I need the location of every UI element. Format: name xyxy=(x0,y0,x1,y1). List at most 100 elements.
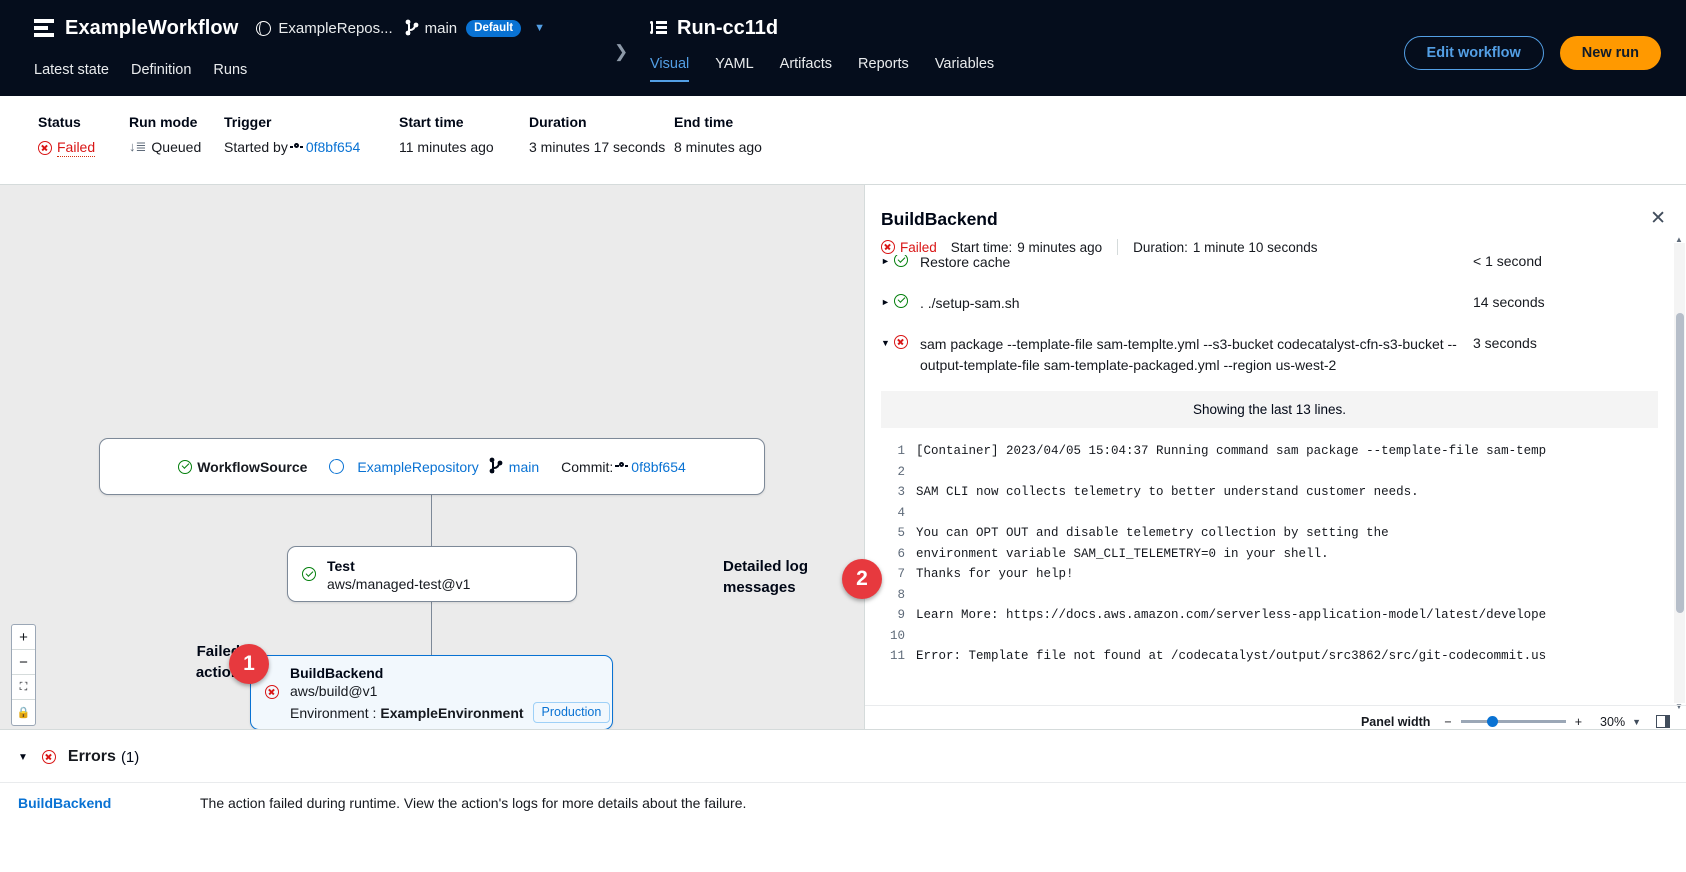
error-icon xyxy=(894,335,908,349)
panel-duration-value: 1 minute 10 seconds xyxy=(1193,240,1318,255)
toggle-panel-icon[interactable] xyxy=(1656,715,1670,728)
tab-artifacts[interactable]: Artifacts xyxy=(780,56,832,80)
errors-count: (1) xyxy=(121,749,139,766)
header-actions: Edit workflow New run xyxy=(1404,36,1661,70)
workflow-source-node[interactable]: WorkflowSource ExampleRepository main Co… xyxy=(99,438,765,495)
summary-end-time-value: 8 minutes ago xyxy=(674,139,762,155)
log-output[interactable]: 1[Container] 2023/04/05 15:04:37 Running… xyxy=(881,441,1658,667)
source-branch-link[interactable]: main xyxy=(509,459,539,475)
tab-reports[interactable]: Reports xyxy=(858,56,909,80)
summary-end-time: End time 8 minutes ago xyxy=(674,114,762,184)
error-icon xyxy=(265,685,279,699)
environment-badge: Production xyxy=(533,702,611,723)
run-tabs: Visual YAML Artifacts Reports Variables xyxy=(650,56,1020,82)
repository-selector[interactable]: ExampleRepos... main Default ▼ xyxy=(256,20,545,37)
zoom-out-button[interactable]: − xyxy=(12,650,35,675)
fit-to-screen-icon[interactable]: ⛶ xyxy=(12,675,35,700)
tab-latest-state[interactable]: Latest state xyxy=(34,62,109,86)
scrollbar-thumb[interactable] xyxy=(1676,313,1684,613)
log-line: 7Thanks for your help! xyxy=(881,564,1658,585)
summary-duration-value: 3 minutes 17 seconds xyxy=(529,139,674,155)
error-icon xyxy=(38,141,52,155)
callout-marker-1: 1 xyxy=(229,644,269,684)
workflow-title: ExampleWorkflow xyxy=(65,17,238,40)
panel-width-decrease[interactable]: − xyxy=(1444,715,1451,729)
chevron-down-icon[interactable]: ▼ xyxy=(1632,717,1641,727)
action-detail-panel: BuildBackend Failed Start time: 9 minute… xyxy=(864,185,1686,737)
action-node-test[interactable]: Test aws/managed-test@v1 xyxy=(287,546,577,602)
action-node-buildbackend[interactable]: BuildBackend aws/build@v1 Environment : … xyxy=(250,655,613,730)
errors-header[interactable]: ▼ Errors (1) xyxy=(0,730,1686,766)
panel-width-label: Panel width xyxy=(1361,715,1430,729)
summary-duration: Duration 3 minutes 17 seconds xyxy=(529,114,674,184)
tab-visual[interactable]: Visual xyxy=(650,56,689,82)
tab-runs[interactable]: Runs xyxy=(213,62,247,86)
source-repository-link[interactable]: ExampleRepository xyxy=(357,459,478,475)
repository-icon xyxy=(256,21,271,36)
step-name: sam package --template-file sam-templte.… xyxy=(913,334,1473,375)
divider xyxy=(1117,239,1118,255)
error-icon xyxy=(42,750,56,764)
callout-label-1: Failed action xyxy=(160,641,240,683)
step-name: . ./setup-sam.sh xyxy=(913,293,1473,314)
edit-workflow-button[interactable]: Edit workflow xyxy=(1404,36,1544,70)
log-line: 1[Container] 2023/04/05 15:04:37 Running… xyxy=(881,441,1658,462)
chevron-right-icon[interactable]: ► xyxy=(881,255,894,266)
run-summary-strip: Status Failed Run mode ↓≣ Queued Trigger… xyxy=(0,96,1686,184)
run-title: Run-cc11d xyxy=(677,17,778,40)
success-icon xyxy=(178,460,192,474)
chevron-down-icon[interactable]: ▼ xyxy=(18,752,28,763)
scroll-up-icon[interactable]: ▲ xyxy=(1675,235,1683,244)
step-name: Restore cache xyxy=(913,255,1473,273)
log-step-row[interactable]: ► . ./setup-sam.sh 14 seconds xyxy=(865,273,1674,314)
error-message: The action failed during runtime. View t… xyxy=(200,795,746,811)
panel-width-slider[interactable] xyxy=(1461,720,1566,723)
status-badge: Failed xyxy=(38,139,129,157)
trigger-commit-link[interactable]: 0f8bf654 xyxy=(306,139,361,155)
chevron-right-icon[interactable]: ► xyxy=(881,293,894,307)
close-icon[interactable]: ✕ xyxy=(1650,207,1666,230)
node-action: aws/managed-test@v1 xyxy=(327,575,576,594)
error-icon xyxy=(881,240,895,254)
zoom-in-button[interactable]: + xyxy=(12,625,35,650)
showing-lines-banner: Showing the last 13 lines. xyxy=(881,391,1658,428)
chevron-down-icon[interactable]: ▼ xyxy=(881,334,894,348)
canvas-zoom-controls: + − ⛶ 🔒 xyxy=(11,624,36,726)
summary-run-mode-value: Queued xyxy=(151,139,201,155)
repository-name: ExampleRepos... xyxy=(278,20,392,37)
queue-icon: ↓≣ xyxy=(129,139,146,155)
tab-yaml[interactable]: YAML xyxy=(715,56,753,80)
run-header: Run-cc11d Visual YAML Artifacts Reports … xyxy=(650,0,1020,82)
zoom-percentage: 30% xyxy=(1600,715,1625,729)
commit-label: Commit: xyxy=(561,459,613,475)
log-line: 11Error: Template file not found at /cod… xyxy=(881,646,1658,667)
callout-marker-2: 2 xyxy=(842,559,882,599)
log-line: 8 xyxy=(881,585,1658,606)
node-environment: Environment : ExampleEnvironment Product… xyxy=(290,702,612,723)
step-duration: 3 seconds xyxy=(1473,334,1537,351)
summary-start-time-label: Start time xyxy=(399,114,529,130)
node-environment-name: ExampleEnvironment xyxy=(380,705,523,721)
panel-scroll-region: ► Restore cache < 1 second ► . ./setup-s… xyxy=(865,255,1674,705)
source-commit-link[interactable]: 0f8bf654 xyxy=(631,459,686,475)
errors-section: ▼ Errors (1) BuildBackend The action fai… xyxy=(0,729,1686,872)
chevron-down-icon[interactable]: ▼ xyxy=(534,22,545,34)
log-step-row-expanded[interactable]: ▼ sam package --template-file sam-templt… xyxy=(865,313,1674,375)
summary-start-time-value: 11 minutes ago xyxy=(399,139,529,155)
commit-icon xyxy=(615,462,628,471)
panel-vertical-scrollbar[interactable]: ▲ ▼ xyxy=(1674,243,1685,703)
log-line: 2 xyxy=(881,462,1658,483)
panel-width-increase[interactable]: + xyxy=(1575,715,1582,729)
panel-start-time-label: Start time: xyxy=(951,240,1013,255)
summary-status: Status Failed xyxy=(38,114,129,184)
new-run-button[interactable]: New run xyxy=(1560,36,1661,70)
tab-variables[interactable]: Variables xyxy=(935,56,994,80)
branch-icon xyxy=(406,21,419,36)
error-action-link[interactable]: BuildBackend xyxy=(18,795,111,811)
lock-canvas-icon[interactable]: 🔒 xyxy=(12,700,35,725)
node-title: Test xyxy=(327,558,576,575)
tab-definition[interactable]: Definition xyxy=(131,62,191,86)
log-line: 9Learn More: https://docs.aws.amazon.com… xyxy=(881,605,1658,626)
log-step-row[interactable]: ► Restore cache < 1 second xyxy=(865,255,1674,273)
branch-icon xyxy=(490,459,503,474)
